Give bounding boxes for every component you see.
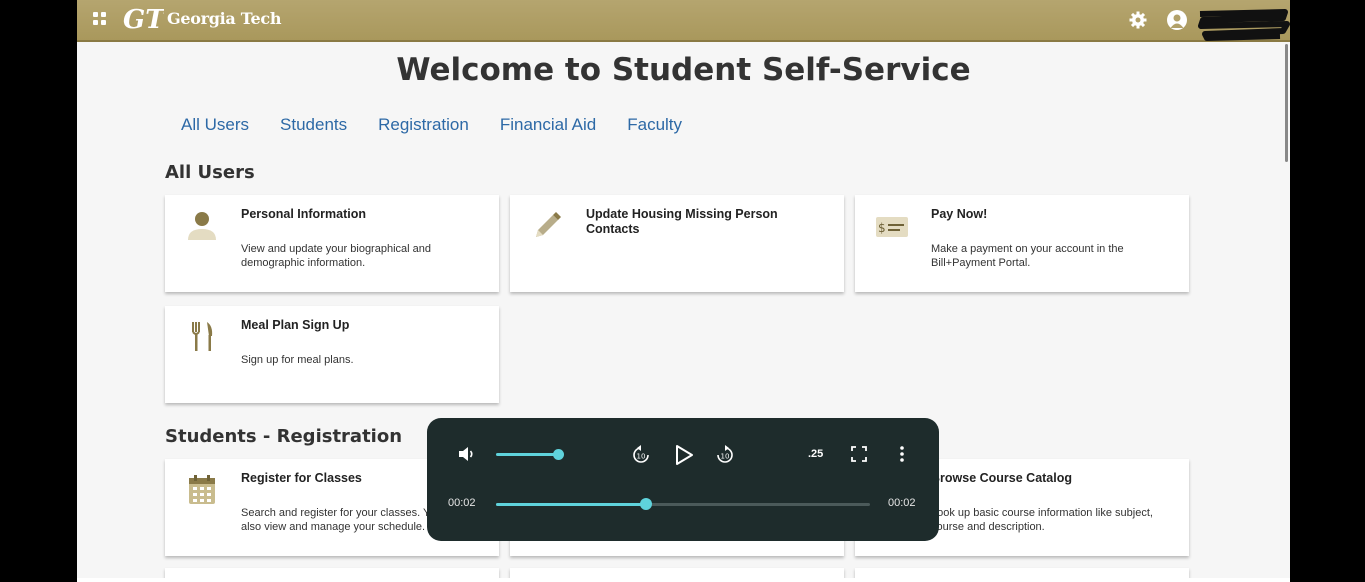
payment-icon: $ [876,217,908,237]
card-partial[interactable] [855,568,1189,578]
volume-slider-knob[interactable] [553,449,564,460]
progress-track[interactable] [496,503,870,506]
progress-knob[interactable] [639,498,652,510]
section-heading-students-registration: Students - Registration [165,426,403,447]
rewind-10-icon[interactable]: 10 [630,444,652,466]
svg-text:10: 10 [637,453,646,461]
volume-slider-track[interactable] [496,453,558,456]
video-player-controls: 10 10 .25 00:02 00:02 [427,418,939,541]
forward-10-icon[interactable]: 10 [714,444,736,466]
tab-financial-aid[interactable]: Financial Aid [500,115,596,135]
current-time: 00:02 [448,497,476,509]
card-title: Meal Plan Sign Up [241,318,350,332]
card-partial[interactable] [165,568,499,578]
card-title: Pay Now! [931,207,988,221]
gt-logo[interactable]: GT [122,5,164,33]
card-pay-now[interactable]: $ Pay Now! Make a payment on your accoun… [855,195,1189,292]
section-tabs: All Users Students Registration Financia… [181,115,713,135]
card-personal-information[interactable]: Personal Information View and update you… [165,195,499,292]
card-title: Update Housing Missing Person Contacts [586,207,778,236]
tab-faculty[interactable]: Faculty [627,115,682,135]
tab-students[interactable]: Students [280,115,347,135]
utensils-icon [192,322,213,351]
svg-text:GT: GT [123,5,164,33]
bottom-edge [77,578,1290,582]
more-options-icon[interactable] [896,445,908,463]
app-grid-icon[interactable] [93,12,107,26]
tab-registration[interactable]: Registration [378,115,469,135]
card-description: Look up basic course information like su… [931,507,1153,533]
card-partial[interactable] [510,568,844,578]
page-title: Welcome to Student Self-Service [396,52,971,88]
fullscreen-icon[interactable] [851,446,867,462]
person-icon [188,212,216,240]
top-navigation-bar: GT Georgia Tech [77,0,1290,42]
section-heading-all-users: All Users [165,162,255,183]
svg-text:10: 10 [721,453,730,461]
brand-name[interactable]: Georgia Tech [167,9,281,28]
duration-time: 00:02 [888,497,916,509]
gear-icon[interactable] [1128,10,1148,30]
svg-text:$: $ [878,221,886,235]
card-update-housing[interactable]: Update Housing Missing Person Contacts [510,195,844,292]
card-title: Browse Course Catalog [931,471,1073,485]
playback-speed[interactable]: .25 [808,448,823,460]
tab-all-users[interactable]: All Users [181,115,249,135]
user-avatar-icon[interactable] [1167,10,1187,30]
card-title: Personal Information [241,207,367,221]
card-description: View and update your biographical and de… [241,243,431,269]
volume-icon[interactable] [458,446,476,462]
calendar-icon [189,475,215,504]
card-description: Sign up for meal plans. [241,354,354,366]
card-meal-plan[interactable]: Meal Plan Sign Up Sign up for meal plans… [165,306,499,403]
redacted-username [1198,9,1290,41]
card-description: Make a payment on your account in the Bi… [931,243,1124,269]
progress-fill [496,503,646,506]
pencil-icon [536,212,561,237]
play-icon[interactable] [673,443,695,467]
